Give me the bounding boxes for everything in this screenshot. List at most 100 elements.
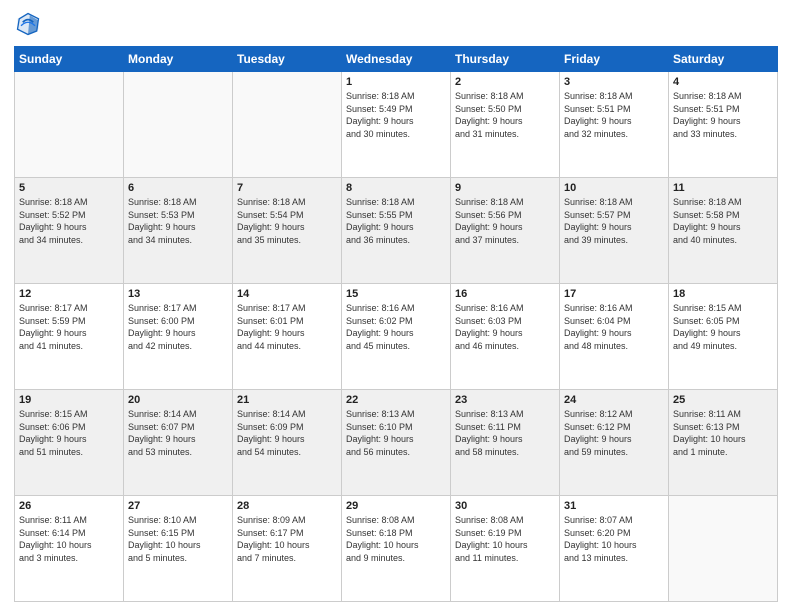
day-info: Sunrise: 8:12 AM Sunset: 6:12 PM Dayligh… [564, 408, 664, 458]
day-number: 20 [128, 394, 228, 406]
calendar-cell: 16 Sunrise: 8:16 AM Sunset: 6:03 PM Dayli… [451, 284, 560, 390]
day-info: Sunrise: 8:18 AM Sunset: 5:51 PM Dayligh… [564, 90, 664, 140]
calendar-cell: 15 Sunrise: 8:16 AM Sunset: 6:02 PM Dayli… [342, 284, 451, 390]
day-info: Sunrise: 8:08 AM Sunset: 6:18 PM Dayligh… [346, 514, 446, 564]
calendar-cell: 14Sunrise: 8:17 AM Sunset: 6:01 PM Dayli… [233, 284, 342, 390]
day-number: 28 [237, 500, 337, 512]
calendar-cell: 24 Sunrise: 8:12 AM Sunset: 6:12 PM Dayli… [560, 390, 669, 496]
day-number: 24 [564, 394, 664, 406]
day-number: 8 [346, 182, 446, 194]
day-info: Sunrise: 8:09 AM Sunset: 6:17 PM Dayligh… [237, 514, 337, 564]
header [14, 10, 778, 38]
day-info: Sunrise: 8:16 AM Sunset: 6:02 PM Dayligh… [346, 302, 446, 352]
day-info: Sunrise: 8:17 AM Sunset: 5:59 PM Dayligh… [19, 302, 119, 352]
day-info: Sunrise: 8:10 AM Sunset: 6:15 PM Dayligh… [128, 514, 228, 564]
day-number: 31 [564, 500, 664, 512]
day-number: 10 [564, 182, 664, 194]
day-info: Sunrise: 8:18 AM Sunset: 5:54 PM Dayligh… [237, 196, 337, 246]
calendar-row-2: 5 Sunrise: 8:18 AM Sunset: 5:52 PM Daylig… [15, 178, 778, 284]
calendar-cell: 7 Sunrise: 8:18 AM Sunset: 5:54 PM Daylig… [233, 178, 342, 284]
day-info: Sunrise: 8:08 AM Sunset: 6:19 PM Dayligh… [455, 514, 555, 564]
calendar-cell: 31Sunrise: 8:07 AM Sunset: 6:20 PM Dayli… [560, 496, 669, 602]
day-number: 9 [455, 182, 555, 194]
day-info: Sunrise: 8:15 AM Sunset: 6:06 PM Dayligh… [19, 408, 119, 458]
day-info: Sunrise: 8:14 AM Sunset: 6:09 PM Dayligh… [237, 408, 337, 458]
day-info: Sunrise: 8:15 AM Sunset: 6:05 PM Dayligh… [673, 302, 773, 352]
logo-icon [14, 10, 42, 38]
day-info: Sunrise: 8:11 AM Sunset: 6:13 PM Dayligh… [673, 408, 773, 458]
day-number: 11 [673, 182, 773, 194]
calendar-row-3: 12 Sunrise: 8:17 AM Sunset: 5:59 PM Dayli… [15, 284, 778, 390]
calendar-cell: 1 Sunrise: 8:18 AM Sunset: 5:49 PM Daylig… [342, 72, 451, 178]
calendar-cell [233, 72, 342, 178]
day-info: Sunrise: 8:13 AM Sunset: 6:10 PM Dayligh… [346, 408, 446, 458]
day-number: 16 [455, 288, 555, 300]
calendar-row-5: 26Sunrise: 8:11 AM Sunset: 6:14 PM Dayli… [15, 496, 778, 602]
col-header-wednesday: Wednesday [342, 47, 451, 72]
day-info: Sunrise: 8:18 AM Sunset: 5:49 PM Dayligh… [346, 90, 446, 140]
day-info: Sunrise: 8:18 AM Sunset: 5:53 PM Dayligh… [128, 196, 228, 246]
day-number: 21 [237, 394, 337, 406]
col-header-thursday: Thursday [451, 47, 560, 72]
calendar-cell: 10 Sunrise: 8:18 AM Sunset: 5:57 PM Dayli… [560, 178, 669, 284]
calendar-table: SundayMondayTuesdayWednesdayThursdayFrid… [14, 46, 778, 602]
day-info: Sunrise: 8:16 AM Sunset: 6:03 PM Dayligh… [455, 302, 555, 352]
day-number: 7 [237, 182, 337, 194]
day-number: 17 [564, 288, 664, 300]
page: SundayMondayTuesdayWednesdayThursdayFrid… [0, 0, 792, 612]
calendar-cell: 4Sunrise: 8:18 AM Sunset: 5:51 PM Daylig… [669, 72, 778, 178]
col-header-friday: Friday [560, 47, 669, 72]
calendar-cell: 12 Sunrise: 8:17 AM Sunset: 5:59 PM Dayli… [15, 284, 124, 390]
calendar-cell: 6 Sunrise: 8:18 AM Sunset: 5:53 PM Daylig… [124, 178, 233, 284]
day-number: 23 [455, 394, 555, 406]
calendar-cell [669, 496, 778, 602]
calendar-cell: 20Sunrise: 8:14 AM Sunset: 6:07 PM Dayli… [124, 390, 233, 496]
col-header-tuesday: Tuesday [233, 47, 342, 72]
day-number: 6 [128, 182, 228, 194]
calendar-cell: 26Sunrise: 8:11 AM Sunset: 6:14 PM Dayli… [15, 496, 124, 602]
day-info: Sunrise: 8:18 AM Sunset: 5:50 PM Dayligh… [455, 90, 555, 140]
logo [14, 10, 44, 38]
col-header-sunday: Sunday [15, 47, 124, 72]
calendar-cell: 19 Sunrise: 8:15 AM Sunset: 6:06 PM Dayli… [15, 390, 124, 496]
day-info: Sunrise: 8:11 AM Sunset: 6:14 PM Dayligh… [19, 514, 119, 564]
day-number: 2 [455, 76, 555, 88]
calendar-cell: 17 Sunrise: 8:16 AM Sunset: 6:04 PM Dayli… [560, 284, 669, 390]
calendar-cell: 30 Sunrise: 8:08 AM Sunset: 6:19 PM Dayli… [451, 496, 560, 602]
calendar-cell: 29 Sunrise: 8:08 AM Sunset: 6:18 PM Dayli… [342, 496, 451, 602]
day-number: 5 [19, 182, 119, 194]
day-number: 1 [346, 76, 446, 88]
day-number: 15 [346, 288, 446, 300]
day-number: 30 [455, 500, 555, 512]
calendar-cell: 28 Sunrise: 8:09 AM Sunset: 6:17 PM Dayli… [233, 496, 342, 602]
calendar-row-1: 1 Sunrise: 8:18 AM Sunset: 5:49 PM Daylig… [15, 72, 778, 178]
calendar-cell [15, 72, 124, 178]
day-info: Sunrise: 8:18 AM Sunset: 5:56 PM Dayligh… [455, 196, 555, 246]
day-number: 19 [19, 394, 119, 406]
calendar-cell: 11 Sunrise: 8:18 AM Sunset: 5:58 PM Dayli… [669, 178, 778, 284]
col-header-monday: Monday [124, 47, 233, 72]
calendar-cell: 9 Sunrise: 8:18 AM Sunset: 5:56 PM Daylig… [451, 178, 560, 284]
calendar-cell: 13Sunrise: 8:17 AM Sunset: 6:00 PM Dayli… [124, 284, 233, 390]
calendar-cell: 3 Sunrise: 8:18 AM Sunset: 5:51 PM Daylig… [560, 72, 669, 178]
calendar-cell: 25 Sunrise: 8:11 AM Sunset: 6:13 PM Dayli… [669, 390, 778, 496]
day-number: 12 [19, 288, 119, 300]
calendar-cell: 21 Sunrise: 8:14 AM Sunset: 6:09 PM Dayli… [233, 390, 342, 496]
day-number: 29 [346, 500, 446, 512]
day-number: 3 [564, 76, 664, 88]
calendar-cell: 8 Sunrise: 8:18 AM Sunset: 5:55 PM Daylig… [342, 178, 451, 284]
day-info: Sunrise: 8:18 AM Sunset: 5:58 PM Dayligh… [673, 196, 773, 246]
day-info: Sunrise: 8:18 AM Sunset: 5:55 PM Dayligh… [346, 196, 446, 246]
day-info: Sunrise: 8:13 AM Sunset: 6:11 PM Dayligh… [455, 408, 555, 458]
day-number: 25 [673, 394, 773, 406]
day-info: Sunrise: 8:16 AM Sunset: 6:04 PM Dayligh… [564, 302, 664, 352]
calendar-cell: 18Sunrise: 8:15 AM Sunset: 6:05 PM Dayli… [669, 284, 778, 390]
calendar-row-4: 19 Sunrise: 8:15 AM Sunset: 6:06 PM Dayli… [15, 390, 778, 496]
day-number: 14 [237, 288, 337, 300]
day-number: 4 [673, 76, 773, 88]
day-number: 13 [128, 288, 228, 300]
day-info: Sunrise: 8:18 AM Sunset: 5:57 PM Dayligh… [564, 196, 664, 246]
day-info: Sunrise: 8:18 AM Sunset: 5:52 PM Dayligh… [19, 196, 119, 246]
calendar-cell: 27Sunrise: 8:10 AM Sunset: 6:15 PM Dayli… [124, 496, 233, 602]
calendar-cell: 5 Sunrise: 8:18 AM Sunset: 5:52 PM Daylig… [15, 178, 124, 284]
